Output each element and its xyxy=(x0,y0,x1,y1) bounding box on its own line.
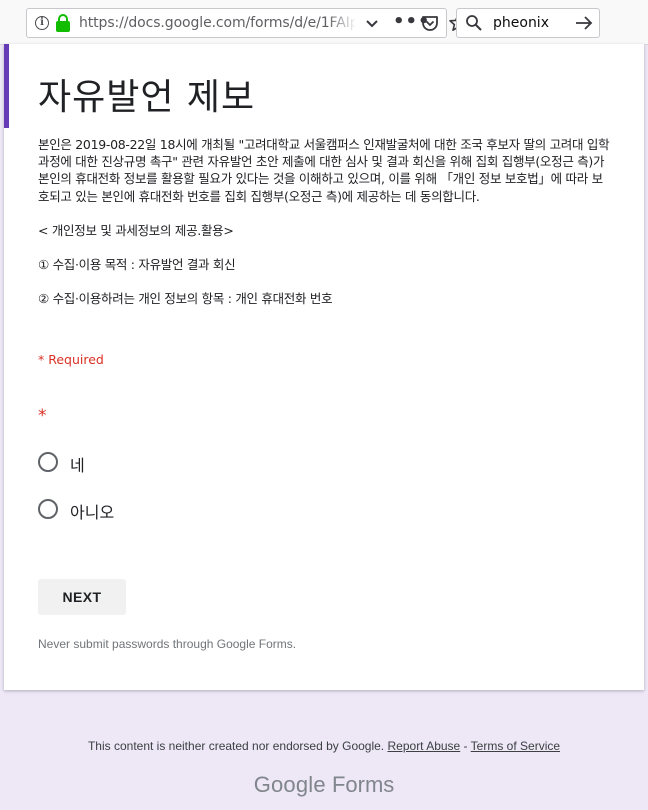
description-item-purpose: ① 수집·이용 목적 : 자유발언 결과 회신 xyxy=(38,257,236,273)
description-item-fields: ② 수집·이용하려는 개인 정보의 항목 : 개인 휴대전화 번호 xyxy=(38,291,333,307)
chevron-down-icon[interactable] xyxy=(364,15,380,31)
browser-toolbar: i https://docs.google.com/forms/d/e/1FAI… xyxy=(0,0,648,45)
search-bar[interactable]: pheonix xyxy=(456,8,600,38)
disclaimer-text: This content is neither created nor endo… xyxy=(87,739,385,753)
footer-separator: - xyxy=(460,739,471,753)
brand-forms: Forms xyxy=(331,772,395,797)
arrow-right-icon[interactable] xyxy=(575,15,593,31)
radio-button[interactable] xyxy=(38,499,58,519)
description-heading: < 개인정보 및 과세정보의 제공.활용> xyxy=(38,222,234,238)
pocket-icon[interactable] xyxy=(421,14,439,32)
search-icon xyxy=(466,15,482,31)
google-forms-logo[interactable]: Google Forms xyxy=(0,772,648,798)
form-card: 자유발언 제보 본인은 2019-08-22일 18시에 개최될 "고려대학교 … xyxy=(4,44,644,690)
accent-bar xyxy=(4,44,9,128)
option-no[interactable]: 아니오 xyxy=(38,499,138,523)
lock-icon[interactable] xyxy=(56,14,70,32)
required-asterisk: * xyxy=(38,406,47,426)
option-yes[interactable]: 네 xyxy=(38,452,108,476)
form-title: 자유발언 제보 xyxy=(38,77,256,118)
form-description: 본인은 2019-08-22일 18시에 개최될 "고려대학교 서울캠퍼스 인재… xyxy=(38,136,613,307)
option-label[interactable]: 네 xyxy=(70,452,85,476)
next-button[interactable]: NEXT xyxy=(38,579,126,615)
report-abuse-link[interactable]: Report Abuse xyxy=(388,739,461,753)
brand-google: Google xyxy=(253,772,326,797)
description-paragraph: 본인은 2019-08-22일 18시에 개최될 "고려대학교 서울캠퍼스 인재… xyxy=(38,137,610,204)
terms-link[interactable]: Terms of Service xyxy=(471,739,560,753)
info-icon[interactable]: i xyxy=(35,16,49,30)
radio-button[interactable] xyxy=(38,452,58,472)
required-note: * Required xyxy=(38,352,104,367)
password-warning: Never submit passwords through Google Fo… xyxy=(38,637,297,651)
url-text[interactable]: https://docs.google.com/forms/d/e/1FAIpQ… xyxy=(79,15,355,31)
search-input[interactable]: pheonix xyxy=(493,15,549,31)
option-label[interactable]: 아니오 xyxy=(70,499,114,523)
footer-disclaimer: This content is neither created nor endo… xyxy=(0,739,648,753)
url-fade xyxy=(327,12,357,34)
url-bar[interactable]: i https://docs.google.com/forms/d/e/1FAI… xyxy=(26,8,467,38)
